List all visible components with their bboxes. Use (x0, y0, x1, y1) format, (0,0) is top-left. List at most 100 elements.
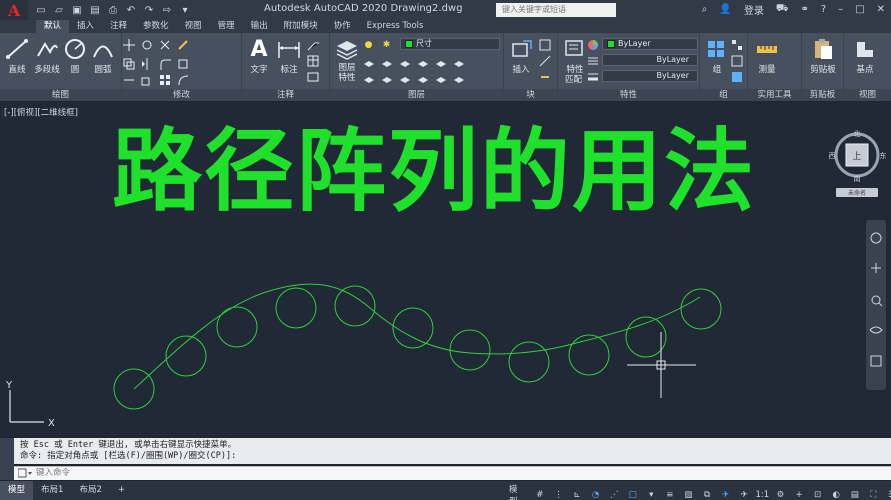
linetype-icon[interactable] (586, 54, 599, 67)
help-icon[interactable]: ? (821, 4, 826, 15)
stretch-icon[interactable] (122, 73, 135, 86)
close-button[interactable]: ✕ (877, 4, 885, 15)
ungroup-icon[interactable] (730, 38, 743, 51)
print-icon[interactable]: ⎙ (106, 3, 120, 17)
tab-parametric[interactable]: 参数化 (135, 20, 177, 33)
layer-tool-icon-10[interactable] (416, 73, 429, 86)
color-wheel-icon[interactable] (586, 38, 599, 51)
customize-icon[interactable]: ☰ (885, 488, 891, 500)
sign-in-link[interactable]: 登录 (744, 2, 764, 17)
command-input[interactable]: 键入命令 (14, 466, 891, 480)
tab-insert[interactable]: 插入 (69, 20, 102, 33)
lineweight-icon[interactable] (586, 70, 599, 83)
arc-tool[interactable]: 圆弧 (88, 37, 118, 75)
tab-layout2[interactable]: 布局2 (71, 481, 109, 500)
tab-home[interactable]: 默认 (36, 20, 70, 33)
line-tool[interactable]: 直线 (2, 37, 32, 75)
view-panel-label[interactable]: 视图 (844, 89, 891, 101)
user-icon[interactable]: 👤 (719, 4, 731, 15)
lightbulb-icon[interactable]: ● (362, 38, 375, 51)
move-icon[interactable] (122, 38, 135, 51)
layer-tool-icon-11[interactable] (434, 73, 447, 86)
lineweight-dropdown[interactable]: ByLayer (602, 70, 698, 82)
annotation-scale[interactable]: 1:1 (755, 490, 769, 500)
array-circle[interactable] (568, 334, 610, 376)
share-icon[interactable]: ⇨ (160, 3, 174, 17)
create-block-icon[interactable] (538, 38, 551, 51)
annotation-panel-label[interactable]: 注释 (242, 89, 329, 101)
group-select-icon[interactable] (730, 70, 743, 83)
array-icon[interactable] (158, 73, 171, 86)
group-tool[interactable]: 组 (702, 37, 732, 75)
rotate-icon[interactable] (140, 38, 153, 51)
polar-icon[interactable]: ◔ (588, 488, 603, 500)
color-dropdown[interactable]: ByLayer (602, 38, 698, 50)
modify-panel-label[interactable]: 修改 (122, 89, 241, 101)
layer-tool-icon-12[interactable] (452, 73, 465, 86)
array-circle[interactable] (508, 341, 550, 383)
grid-icon[interactable]: # (533, 488, 548, 500)
save-as-icon[interactable]: ▤ (88, 3, 102, 17)
markup-icon[interactable] (306, 70, 319, 83)
layers-panel-label[interactable]: 图层 (330, 89, 503, 101)
share-icon-2[interactable]: ⚭ (800, 4, 808, 15)
match-properties-label[interactable]: 匹配 (565, 73, 582, 85)
snap-dropdown-icon[interactable]: ▾ (644, 488, 659, 500)
binoculars-icon[interactable]: ⌕ (702, 4, 708, 15)
layer-tool-icon-7[interactable] (362, 73, 375, 86)
tab-layout1[interactable]: 布局1 (33, 481, 71, 500)
group-edit-icon[interactable] (730, 54, 743, 67)
properties-panel-label[interactable]: 特性 (558, 89, 699, 101)
hardware-acceleration-icon[interactable]: ▤ (847, 488, 862, 500)
fillet-icon[interactable] (158, 57, 171, 70)
table-icon[interactable] (306, 54, 319, 67)
tab-collaborate[interactable]: 协作 (326, 20, 359, 33)
layer-tool-icon-6[interactable] (452, 57, 465, 70)
transparency-icon[interactable]: ▨ (681, 488, 696, 500)
model-space-button[interactable]: 模型 (506, 483, 529, 500)
layer-tool-icon-3[interactable] (398, 57, 411, 70)
wcs-menu[interactable]: 未命名 (848, 189, 866, 197)
utilities-panel-label[interactable]: 实用工具 (748, 89, 801, 101)
layer-tool-icon-1[interactable] (362, 57, 375, 70)
lineweight-toggle-icon[interactable]: ≡ (663, 488, 678, 500)
edit-block-icon[interactable] (538, 54, 551, 67)
erase-icon[interactable] (176, 38, 189, 51)
polyline-tool[interactable]: 多段线 (32, 37, 62, 75)
clipboard-panel-label[interactable]: 剪贴板 (802, 89, 843, 101)
tab-addins[interactable]: 附加模块 (276, 20, 326, 33)
search-input[interactable]: 键入关键字或短语 (496, 3, 616, 17)
block-panel-label[interactable]: 块 (504, 89, 557, 101)
command-line-handle[interactable] (0, 438, 14, 480)
sun-icon[interactable]: ✱ (380, 38, 393, 51)
text-tool[interactable]: A 文字 (244, 37, 274, 76)
layer-tool-icon-8[interactable] (380, 73, 393, 86)
ortho-icon[interactable]: ⊾ (570, 488, 585, 500)
linetype-dropdown[interactable]: ByLayer (602, 54, 698, 66)
annotation-visibility-icon[interactable]: ✈ (737, 488, 752, 500)
measure-tool[interactable]: 测量 (752, 37, 782, 75)
open-file-icon[interactable]: ▱ (52, 3, 66, 17)
maximize-button[interactable]: □ (855, 4, 864, 15)
dropdown-icon[interactable]: ▾ (178, 3, 192, 17)
snap-icon[interactable]: ⋮ (551, 488, 566, 500)
layer-tool-icon-2[interactable] (380, 57, 393, 70)
array-circle[interactable] (275, 287, 317, 329)
explode-icon[interactable] (176, 57, 189, 70)
attribute-icon[interactable] (538, 70, 551, 83)
array-circle[interactable] (392, 307, 434, 349)
layer-tool-icon-9[interactable] (398, 73, 411, 86)
clean-screen-icon[interactable]: ⛶ (866, 488, 881, 500)
command-prompt-icon[interactable] (18, 468, 32, 478)
array-circle[interactable] (334, 285, 376, 327)
redo-icon[interactable]: ↷ (142, 3, 156, 17)
array-circle[interactable] (216, 306, 258, 348)
mirror-icon[interactable] (140, 57, 153, 70)
tab-view[interactable]: 视图 (177, 20, 210, 33)
new-file-icon[interactable]: ▭ (34, 3, 48, 17)
save-icon[interactable]: ▣ (70, 3, 84, 17)
draw-panel-label[interactable]: 绘图 (0, 89, 121, 101)
array-circle[interactable] (680, 288, 722, 330)
leader-icon[interactable] (306, 38, 319, 51)
isodraft-icon[interactable]: ⋰ (607, 488, 622, 500)
